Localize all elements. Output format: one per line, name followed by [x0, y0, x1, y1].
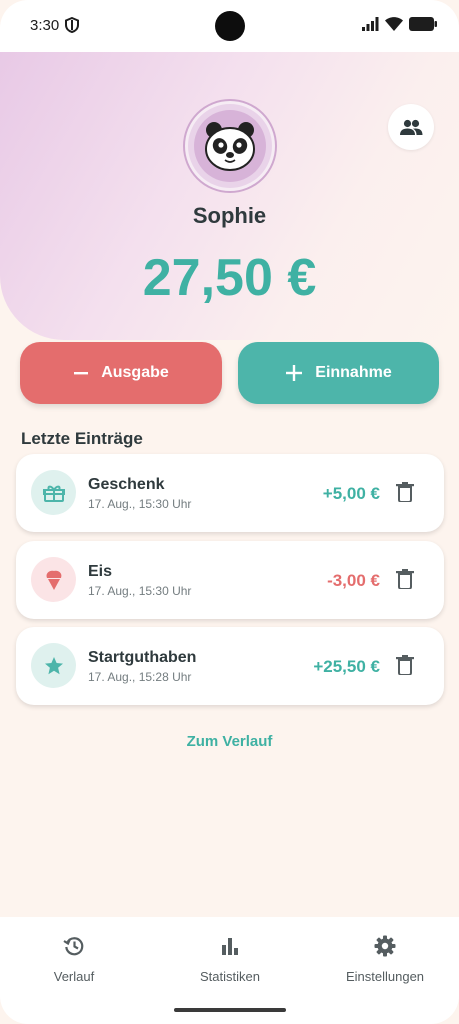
entry-amount: +25,50 €: [313, 657, 380, 676]
avatar-frame: [194, 110, 266, 182]
entry-icon-badge: [31, 643, 76, 688]
entry-date: 17. Aug., 15:30 Uhr: [88, 497, 192, 511]
entry-amount: +5,00 €: [322, 484, 380, 503]
recent-entries-title: Letzte Einträge: [21, 429, 143, 448]
entry-title: Geschenk: [88, 476, 165, 493]
entry-date: 17. Aug., 15:30 Uhr: [88, 584, 192, 598]
ice-cream-icon: [46, 570, 61, 590]
bar-chart-icon: [222, 938, 238, 955]
list-item[interactable]: Startguthaben 17. Aug., 15:28 Uhr +25,50…: [16, 627, 444, 705]
balance-amount: 27,50 €: [142, 249, 317, 307]
entry-title: Eis: [88, 563, 113, 580]
nav-item-statistics[interactable]: Statistiken: [160, 933, 300, 984]
shield-icon: [65, 17, 79, 33]
nav-label: Einstellungen: [345, 969, 425, 984]
entry-amount: -3,00 €: [327, 571, 380, 590]
status-time: 3:30: [30, 17, 60, 34]
entry-title: Startguthaben: [88, 649, 197, 666]
star-icon: [44, 656, 63, 674]
add-income-label: Einnahme: [315, 364, 392, 381]
switch-profile-button[interactable]: [388, 104, 434, 150]
gift-icon: [42, 485, 65, 502]
panda-icon: [205, 122, 255, 171]
trash-icon[interactable]: [396, 569, 414, 589]
minus-icon: [74, 372, 89, 375]
nav-label: Verlauf: [53, 969, 95, 984]
add-expense-label: Ausgabe: [101, 364, 169, 381]
battery-icon: [409, 17, 437, 31]
group-icon: [400, 119, 423, 135]
wifi-icon: [385, 17, 403, 31]
nav-item-settings[interactable]: Einstellungen: [315, 933, 455, 984]
trash-icon[interactable]: [396, 655, 414, 675]
avatar[interactable]: [185, 101, 275, 191]
entry-date: 17. Aug., 15:28 Uhr: [88, 670, 192, 684]
system-icons: [362, 17, 437, 31]
add-expense-button[interactable]: Ausgabe: [20, 342, 222, 404]
entry-icon-badge: [31, 470, 76, 515]
list-item[interactable]: Geschenk 17. Aug., 15:30 Uhr +5,00 €: [16, 454, 444, 532]
entry-icon-badge: [31, 557, 76, 602]
nav-label: Statistiken: [200, 969, 260, 984]
list-item[interactable]: Eis 17. Aug., 15:30 Uhr -3,00 €: [16, 541, 444, 619]
home-indicator[interactable]: [174, 1008, 286, 1012]
trash-icon[interactable]: [396, 482, 414, 502]
signal-icon: [362, 17, 379, 31]
add-income-button[interactable]: Einnahme: [238, 342, 439, 404]
front-camera: [215, 11, 245, 41]
history-icon: [63, 937, 84, 956]
history-link[interactable]: Zum Verlauf: [0, 733, 459, 750]
nav-item-history[interactable]: Verlauf: [4, 933, 144, 984]
gear-icon: [374, 935, 396, 957]
app-screen: 3:30 Sophie 27,50 € Ausgabe Einnahme Let…: [0, 0, 459, 1024]
plus-icon: [286, 365, 303, 381]
status-bar: 3:30: [0, 0, 459, 52]
user-name: Sophie: [192, 203, 267, 228]
